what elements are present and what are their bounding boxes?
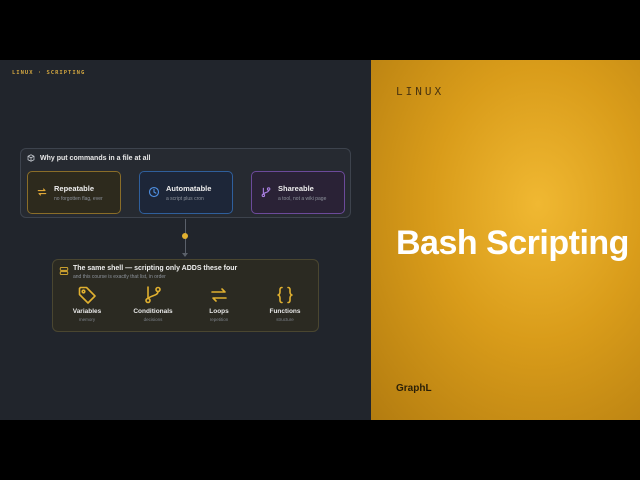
feature-title: Automatable xyxy=(166,184,212,193)
why-file-card: Why put commands in a file at all Repeat… xyxy=(20,148,351,218)
concept-functions: Functions structure xyxy=(255,285,315,322)
feature-subtitle: a script plus cron xyxy=(166,196,204,202)
same-shell-card-title: The same shell — scripting only ADDS the… xyxy=(73,265,238,272)
cube-icon xyxy=(27,154,35,162)
feature-subtitle: no forgotten flag, ever xyxy=(54,196,103,202)
git-branch-icon xyxy=(261,187,271,198)
feature-title: Shareable xyxy=(278,184,314,193)
why-file-card-header: Why put commands in a file at all xyxy=(27,154,150,162)
brand-logo: GraphL xyxy=(396,383,432,394)
feature-repeatable: Repeatable no forgotten flag, ever xyxy=(27,171,121,214)
concept-variables: Variables memory xyxy=(57,285,117,322)
concept-name: Conditionals xyxy=(133,308,173,315)
clock-icon xyxy=(148,186,160,198)
concept-name: Functions xyxy=(269,308,301,315)
connector-arrow-icon xyxy=(182,253,188,257)
why-file-card-title: Why put commands in a file at all xyxy=(40,154,151,162)
concept-desc: repetition xyxy=(209,317,229,322)
git-branch-icon xyxy=(145,286,161,304)
tag-icon xyxy=(78,286,96,304)
section-eyebrow: LINUX · SCRIPTING xyxy=(12,70,86,76)
concept-desc: structure xyxy=(276,317,294,322)
feature-shareable: Shareable a tool, not a wiki page xyxy=(251,171,345,214)
concept-name: Variables xyxy=(72,308,102,315)
same-shell-card-subtitle: and this course is exactly that list, in… xyxy=(73,274,166,280)
letterbox-top xyxy=(0,0,640,60)
title-eyebrow: LINUX xyxy=(396,85,445,98)
braces-icon xyxy=(277,286,293,304)
feature-subtitle: a tool, not a wiki page xyxy=(278,196,327,202)
repeat-icon xyxy=(37,188,47,196)
same-shell-card: The same shell — scripting only ADDS the… xyxy=(52,259,319,332)
page-title: Bash Scripting xyxy=(396,224,629,262)
feature-automatable: Automatable a script plus cron xyxy=(139,171,233,214)
concept-desc: memory xyxy=(78,317,96,322)
diagram-panel: LINUX · SCRIPTING Why put commands in a … xyxy=(0,60,371,420)
connector-dot xyxy=(182,233,188,239)
concept-desc: decisions xyxy=(143,317,163,322)
concept-conditionals: Conditionals decisions xyxy=(123,285,183,322)
concept-name: Loops xyxy=(209,308,229,315)
letterbox-bottom xyxy=(0,420,640,480)
concept-loops: Loops repetition xyxy=(189,285,249,322)
feature-title: Repeatable xyxy=(54,184,95,193)
stack-icon xyxy=(59,267,69,275)
repeat-icon xyxy=(211,288,227,302)
title-panel: LINUX Bash Scripting GraphL xyxy=(371,60,640,420)
